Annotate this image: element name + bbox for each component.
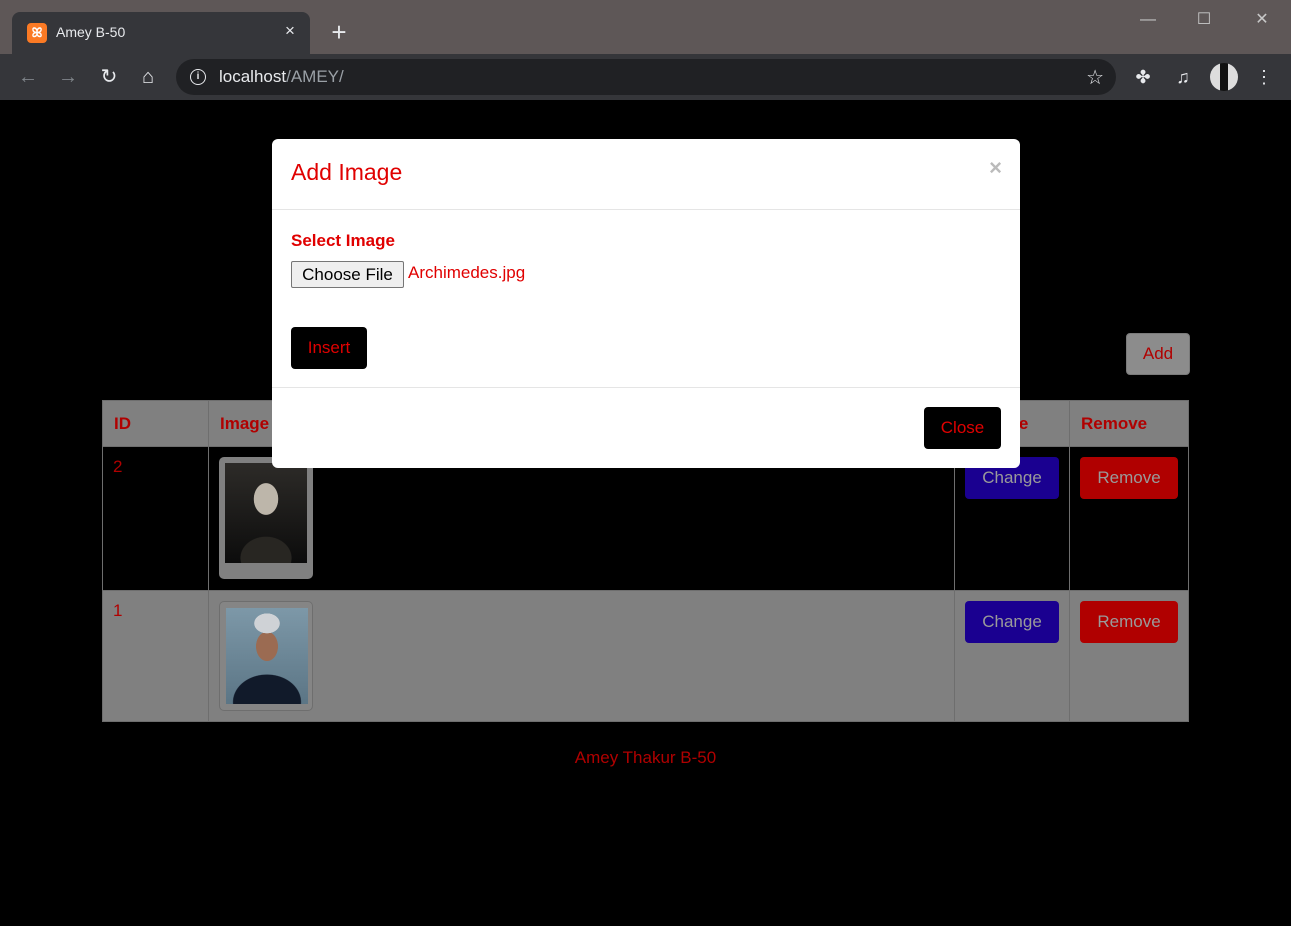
forward-icon[interactable]: → xyxy=(53,62,83,92)
reading-list-icon[interactable]: ♫ xyxy=(1168,62,1198,92)
browser-tab[interactable]: ꕤ Amey B-50 × xyxy=(12,12,310,54)
image-thumbnail xyxy=(219,457,313,579)
xampp-icon: ꕤ xyxy=(27,23,47,43)
extensions-icon[interactable]: ✤ xyxy=(1128,62,1158,92)
star-icon[interactable]: ☆ xyxy=(1086,65,1104,90)
row-remove-cell: Remove xyxy=(1069,590,1189,722)
home-icon[interactable]: ⌂ xyxy=(133,62,163,92)
add-image-modal: Add Image × Select Image Choose File Arc… xyxy=(272,139,1020,468)
maximize-button[interactable]: ☐ xyxy=(1184,8,1224,32)
add-button[interactable]: Add xyxy=(1126,333,1190,375)
back-icon[interactable]: ← xyxy=(13,62,43,92)
close-icon[interactable]: × xyxy=(989,155,1002,181)
row-id: 1 xyxy=(102,590,209,722)
close-button[interactable]: Close xyxy=(924,407,1001,449)
row-id: 2 xyxy=(102,446,209,591)
modal-body: Select Image Choose File Archimedes.jpg … xyxy=(272,210,1020,387)
table-row: 2 Change Remove xyxy=(102,446,1189,591)
header-remove: Remove xyxy=(1069,400,1189,447)
change-button[interactable]: Change xyxy=(965,601,1059,643)
header-id: ID xyxy=(102,400,209,447)
table-row: 1 Change Remove xyxy=(102,590,1189,722)
row-change-cell: Change xyxy=(954,590,1070,722)
insert-button[interactable]: Insert xyxy=(291,327,367,369)
browser-toolbar: ← → ↻ ⌂ i localhost/AMEY/ ☆ ✤ ♫ ⋮ xyxy=(0,54,1291,100)
menu-icon[interactable]: ⋮ xyxy=(1249,62,1279,92)
window-close-button[interactable]: ✕ xyxy=(1242,8,1282,32)
modal-header: Add Image × xyxy=(272,139,1020,210)
row-image-cell xyxy=(208,446,955,591)
tab-close-icon[interactable]: × xyxy=(280,21,300,41)
row-remove-cell: Remove xyxy=(1069,446,1189,591)
remove-button[interactable]: Remove xyxy=(1080,601,1178,643)
choose-file-button[interactable]: Choose File xyxy=(291,261,404,288)
url-text[interactable]: localhost/AMEY/ xyxy=(219,67,344,87)
image-thumbnail xyxy=(219,601,313,711)
minimize-button[interactable]: — xyxy=(1128,8,1168,32)
address-bar[interactable]: i localhost/AMEY/ ☆ xyxy=(176,59,1116,95)
row-change-cell: Change xyxy=(954,446,1070,591)
row-image-cell xyxy=(208,590,955,722)
modal-title: Add Image xyxy=(291,159,403,185)
profile-avatar[interactable] xyxy=(1210,63,1238,91)
photo-marie-curie xyxy=(225,463,307,563)
photo-apj-abdul-kalam xyxy=(226,608,308,704)
select-image-label: Select Image xyxy=(291,231,395,250)
info-icon[interactable]: i xyxy=(190,69,206,85)
new-tab-button[interactable]: + xyxy=(325,18,353,46)
footer-text: Amey Thakur B-50 xyxy=(574,748,717,767)
tab-title: Amey B-50 xyxy=(56,24,126,40)
remove-button[interactable]: Remove xyxy=(1080,457,1178,499)
reload-icon[interactable]: ↻ xyxy=(94,62,124,92)
browser-titlebar: ꕤ Amey B-50 × + — ☐ ✕ xyxy=(0,0,1291,54)
selected-file-name: Archimedes.jpg xyxy=(408,263,526,282)
modal-footer: Close xyxy=(272,387,1020,468)
